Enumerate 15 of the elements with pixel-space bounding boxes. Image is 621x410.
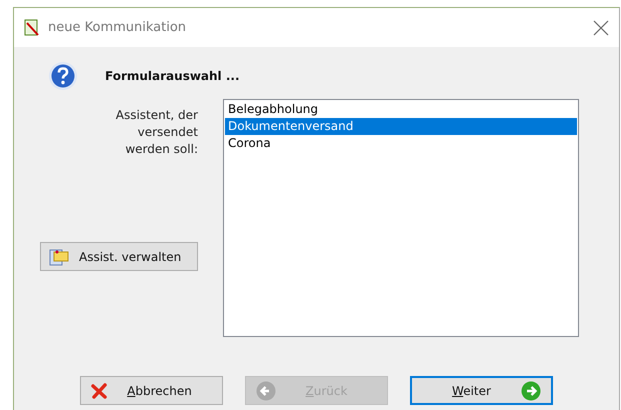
prompt-label: Assistent, der versendet werden soll: bbox=[114, 107, 198, 158]
window-title: neue Kommunikation bbox=[48, 20, 188, 35]
next-button[interactable]: Weiter bbox=[410, 376, 553, 405]
cancel-button[interactable]: Abbrechen bbox=[80, 376, 223, 405]
list-item[interactable]: Dokumentenversand bbox=[225, 118, 577, 135]
close-icon bbox=[91, 382, 107, 398]
notepad-icon bbox=[49, 248, 69, 266]
section-heading: Formularauswahl ... bbox=[105, 69, 240, 83]
document-icon bbox=[24, 18, 40, 36]
list-item[interactable]: Corona bbox=[225, 135, 577, 152]
list-box[interactable]: Belegabholung Dokumentenversand Corona bbox=[223, 99, 579, 337]
manage-button[interactable]: Assist. verwalten bbox=[40, 242, 198, 271]
help-icon bbox=[48, 61, 78, 91]
close-icon[interactable] bbox=[593, 20, 609, 36]
list-item[interactable]: Belegabholung bbox=[225, 101, 577, 118]
